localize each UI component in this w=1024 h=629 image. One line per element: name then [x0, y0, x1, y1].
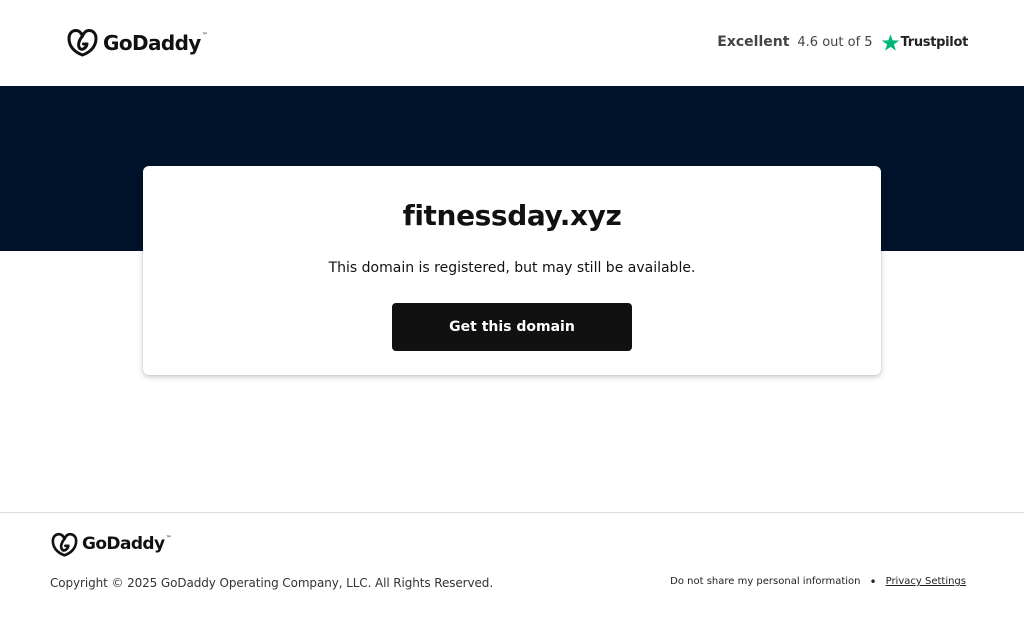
trustpilot-brand: Trustpilot	[900, 34, 969, 50]
footer-divider	[0, 512, 1024, 513]
trustpilot-star-icon	[881, 33, 899, 51]
trustpilot-rating[interactable]: Excellent 4.6 out of 5 Trustpilot	[717, 31, 968, 53]
domain-card: fitnessday.xyz This domain is registered…	[143, 166, 881, 375]
rating-score: 4.6 out of 5	[797, 34, 873, 50]
footer-logo-wordmark: GoDaddy™	[82, 534, 171, 554]
logo-wordmark: GoDaddy™	[103, 30, 208, 55]
privacy-settings-link[interactable]: Privacy Settings	[886, 575, 966, 589]
footer-links: Do not share my personal information • P…	[670, 575, 966, 589]
godaddy-logo[interactable]: GoDaddy™	[67, 28, 208, 57]
godaddy-heart-icon	[67, 29, 98, 57]
domain-name: fitnessday.xyz	[402, 199, 622, 232]
footer-godaddy-logo[interactable]: GoDaddy™	[51, 532, 171, 557]
rating-label: Excellent	[717, 34, 790, 50]
link-separator: •	[869, 575, 877, 589]
godaddy-heart-icon	[51, 532, 78, 557]
domain-status-message: This domain is registered, but may still…	[328, 260, 696, 276]
copyright-text: Copyright © 2025 GoDaddy Operating Compa…	[50, 576, 494, 590]
site-header: GoDaddy™ Excellent 4.6 out of 5 Trustpil…	[0, 0, 1024, 86]
do-not-share-link[interactable]: Do not share my personal information	[670, 575, 860, 589]
get-this-domain-button[interactable]: Get this domain	[392, 303, 632, 351]
